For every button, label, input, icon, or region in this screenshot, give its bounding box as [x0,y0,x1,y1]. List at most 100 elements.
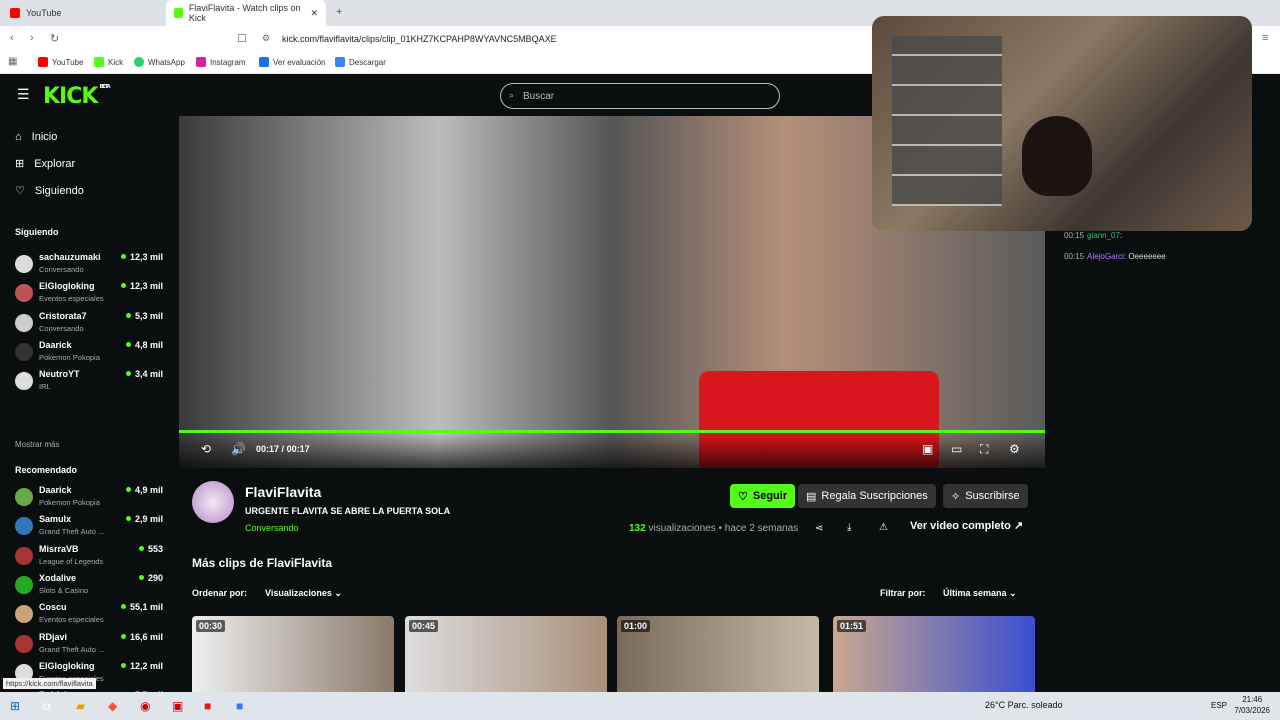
channel-category: Eventos especiales [39,615,104,625]
nav-siguiendo[interactable]: ♡ Siguiendo [15,184,84,198]
volume-icon[interactable]: 🔊 [231,442,246,456]
whatsapp-icon [134,57,144,67]
avatar[interactable] [192,481,234,523]
channel-item[interactable]: MisrraVB League of Legends 553 [15,544,163,570]
nav-inicio[interactable]: ⌂ Inicio [15,131,57,143]
filter-dropdown[interactable]: Última semana ⌄ [943,588,1017,599]
show-more-link[interactable]: Mostrar más [15,440,59,449]
channel-name[interactable]: FlaviFlavita [245,484,321,500]
theater-icon[interactable]: ▭ [951,442,962,456]
follow-label: Seguir [752,490,788,502]
file-explorer-icon[interactable]: ▰ [76,699,85,713]
bookmark-whatsapp[interactable]: WhatsApp [134,57,185,67]
tab-label: YouTube [26,8,62,18]
task-view-icon[interactable]: ⧉ [42,699,51,714]
chat-user[interactable]: AlejoGarci [1087,252,1124,261]
back-icon[interactable]: ‹ [10,32,14,44]
bookmark-kick[interactable]: Kick [94,57,123,67]
bookmark-label: Ver evaluación [273,57,326,67]
tab-youtube[interactable]: YouTube [2,0,162,26]
full-video-label: Ver video completo [910,520,1011,532]
channel-item[interactable]: ElGlogloking Eventos especiales 12,3 mil [15,281,163,307]
channel-item[interactable]: Samulx Grand Theft Auto ... 2,9 mil [15,514,163,540]
app-icon[interactable]: ■ [236,699,243,713]
close-icon[interactable]: ✕ [310,8,318,19]
time-separator: / [281,444,285,454]
windows-start-icon[interactable]: ⊞ [10,699,20,713]
follow-button[interactable]: ♡ Seguir [730,484,796,508]
menu-icon[interactable]: ≡ [1262,32,1268,44]
channel-category: Slots & Casino [39,585,89,595]
nav-explorar[interactable]: ⊞ Explorar [15,157,75,171]
app-icon[interactable]: ■ [204,699,211,713]
bookmark-instagram[interactable]: Instagram [196,57,246,67]
view-label: visualizaciones [648,523,716,534]
download-icon[interactable]: ⤓ [847,522,851,533]
channel-item[interactable]: Daarick Pokemon Pokopia 4,9 mil [15,485,163,511]
bookmark-youtube[interactable]: YouTube [38,57,83,67]
report-icon[interactable]: ⚠ [879,522,888,533]
new-tab-icon[interactable]: + [336,6,342,18]
viewer-count: 3,4 mil [126,369,163,379]
chat-user[interactable]: giann_07 [1087,231,1120,240]
brave-icon[interactable]: ◆ [108,699,117,713]
pip-icon[interactable]: ▣ [922,442,933,456]
apps-icon[interactable]: ▦ [8,56,17,67]
fullscreen-icon[interactable]: ⛶ [980,442,988,457]
system-clock[interactable]: 21:46 7/03/2026 [1234,694,1270,716]
chevron-down-icon: ⌄ [1009,588,1017,598]
channel-name: Xodalive [39,572,77,583]
category-link[interactable]: Conversando [245,523,299,533]
address-bar[interactable]: kick.com/flaviflavita/clips/clip_01KHZ7K… [282,34,557,44]
clip-thumbnail[interactable]: 00:30 [192,616,394,692]
clip-duration: 01:00 [621,620,651,632]
bookmark-label: WhatsApp [148,57,185,67]
avatar [15,488,33,506]
search-input[interactable]: ⌕ Buscar [500,83,780,109]
full-video-link[interactable]: Ver video completo ↗ [910,519,1023,532]
channel-name: ElGlogloking [39,660,95,671]
clip-thumbnail[interactable]: 01:51 [833,616,1035,692]
site-info-icon[interactable]: ⚙ [262,33,270,44]
channel-item[interactable]: sachauzumaki Conversando 12,3 mil [15,252,163,278]
channel-item[interactable]: NeutroYT IRL 3,4 mil [15,369,163,395]
reload-icon[interactable]: ↻ [50,32,59,45]
tab-kick[interactable]: FlaviFlavita - Watch clips on Kick ✕ [166,0,326,26]
weather-widget[interactable]: 26°C Parc. soleado [985,700,1063,710]
language-indicator[interactable]: ESP [1211,701,1227,710]
app-icon[interactable]: ▣ [172,699,183,713]
hamburger-icon[interactable]: ☰ [17,86,30,103]
chat-time: 00:15 [1064,252,1085,261]
bookmark-label: Descargar [349,57,386,67]
bookmark-icon[interactable]: ☐ [237,32,247,45]
document-icon [259,57,269,67]
gift-subs-button[interactable]: ▤ Regala Suscripciones [798,484,936,508]
share-icon[interactable]: ⋖ [815,523,823,534]
settings-icon[interactable]: ⚙ [1009,442,1020,456]
sort-dropdown[interactable]: Visualizaciones ⌄ [265,588,342,599]
channel-item[interactable]: Coscu Eventos especiales 55,1 mil [15,602,163,628]
replay-icon[interactable]: ⟲ [201,442,211,456]
clip-thumbnail[interactable]: 00:45 [405,616,607,692]
filter-label: Filtrar por: [880,588,926,598]
bookmark-descargar[interactable]: Descargar [335,57,386,67]
channel-item[interactable]: Cristorata7 Conversando 5,3 mil [15,311,163,337]
channel-item[interactable]: Daarick Pokemon Pokopia 4,8 mil [15,340,163,366]
avatar [15,517,33,536]
subscribe-button[interactable]: ✧ Suscribirse [943,484,1028,508]
bookmark-evaluacion[interactable]: Ver evaluación [259,57,325,67]
sidebar: ⌂ Inicio ⊞ Explorar ♡ Siguiendo Siguiendo s… [3,116,173,692]
channel-item[interactable]: RDjavi Grand Theft Auto ... 16,6 mil [15,632,163,658]
channel-item[interactable]: Xodalive Slots & Casino 290 [15,573,163,599]
current-time: 00:17 [256,444,280,454]
clip-thumbnail[interactable]: 01:00 [617,616,819,692]
forward-icon[interactable]: › [30,32,34,44]
kick-logo[interactable]: KICK BETA [43,84,111,109]
channel-name: Daarick [39,485,72,495]
clock-date: 7/03/2026 [1234,706,1270,715]
view-info: 132 visualizaciones • hace 2 semanas [629,523,798,534]
viewer-count: 2,9 mil [126,514,163,524]
progress-bar[interactable] [179,430,1045,433]
app-icon[interactable]: ◉ [140,699,150,713]
chat-text: : [1119,231,1123,240]
